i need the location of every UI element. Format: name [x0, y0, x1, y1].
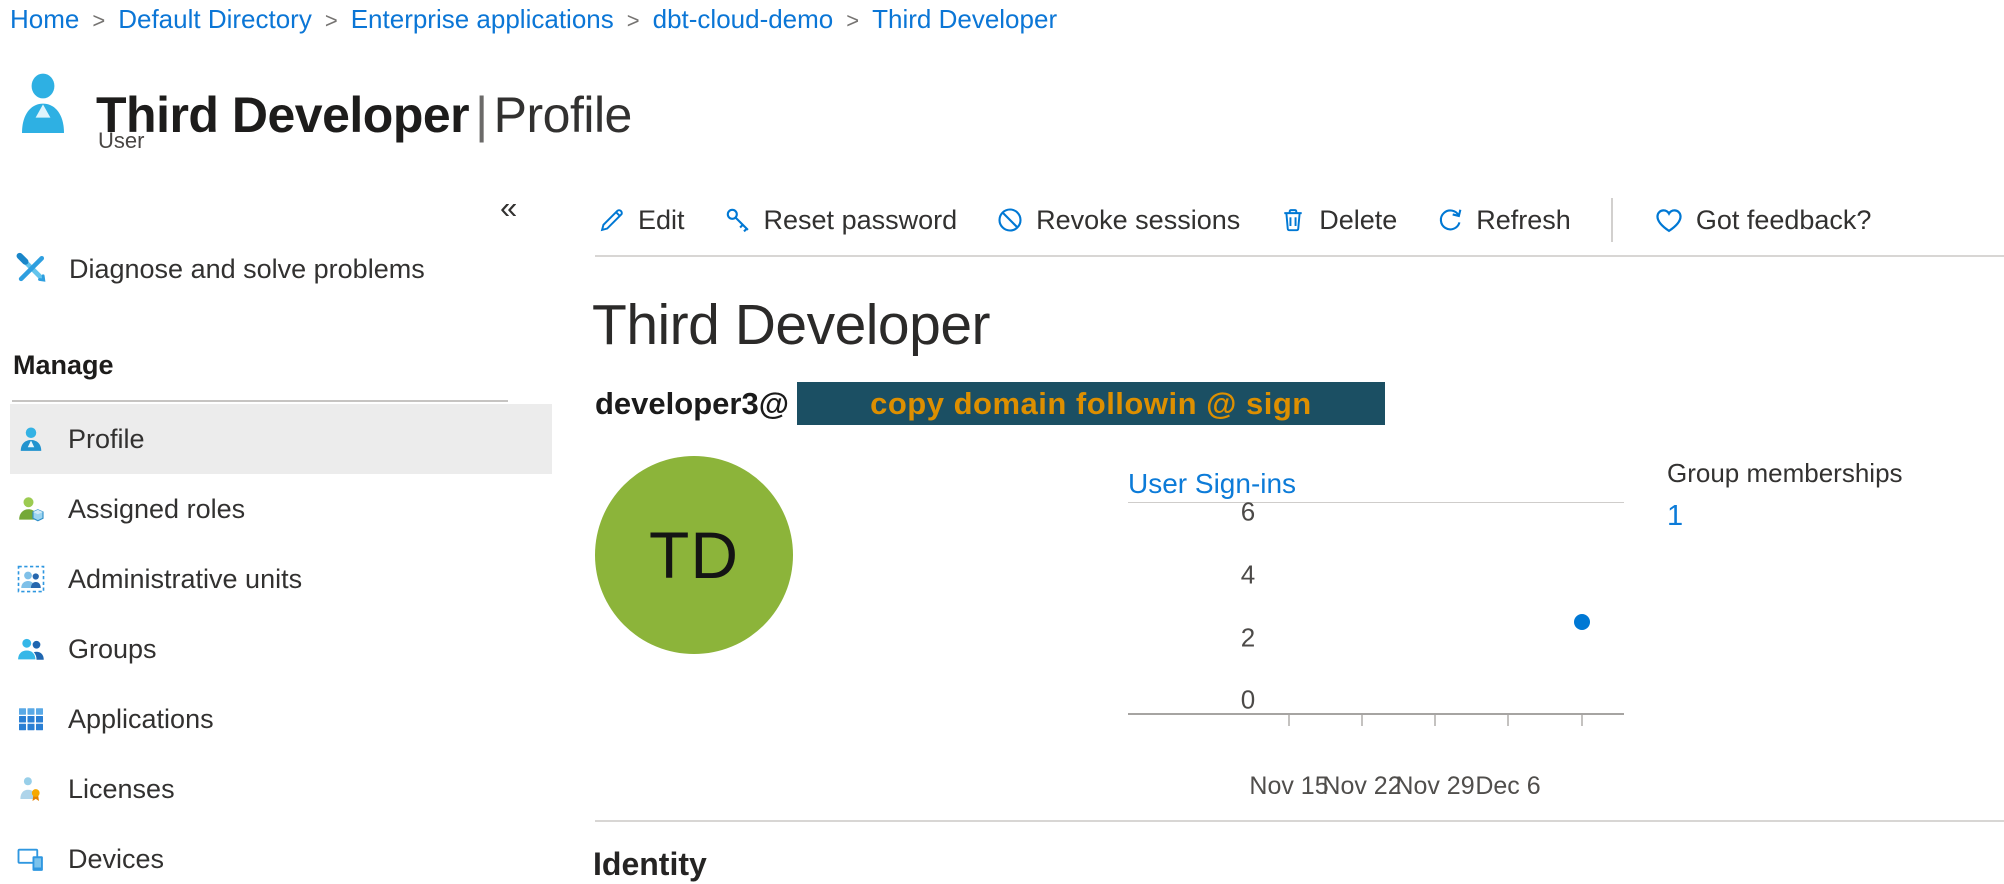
user-sign-ins-chart: User Sign-ins 6 4 2 0 Nov 15 Nov 22 Nov … — [1128, 462, 1624, 807]
key-icon — [723, 205, 753, 235]
person-ribbon-icon — [16, 774, 46, 804]
grid-icon — [16, 704, 46, 734]
edit-button[interactable]: Edit — [597, 205, 685, 236]
refresh-icon — [1435, 205, 1465, 235]
user-principal-name: developer3@ copy domain followin @ sign — [595, 382, 1385, 425]
person-icon — [16, 424, 46, 454]
y-axis-tick: 2 — [1226, 623, 1270, 654]
user-display-name: Third Developer — [592, 292, 990, 358]
x-axis-tick-mark — [1581, 715, 1583, 726]
sidebar-item-devices[interactable]: Devices — [10, 824, 552, 884]
page-title: Third Developer|Profile — [96, 86, 632, 144]
x-axis-line — [1128, 713, 1624, 715]
sidebar-item-diagnose[interactable]: Diagnose and solve problems — [14, 246, 425, 292]
page-subtitle: User — [98, 128, 144, 154]
revoke-sessions-button[interactable]: Revoke sessions — [995, 205, 1240, 236]
breadcrumb-separator: > — [846, 6, 859, 34]
user-sign-ins-link[interactable]: User Sign-ins — [1128, 468, 1296, 500]
chart-title-underline — [1128, 502, 1624, 503]
sidebar-collapse-button[interactable]: « — [500, 192, 517, 223]
x-axis-tick-mark — [1288, 715, 1290, 726]
sidebar-item-label: Administrative units — [68, 564, 302, 595]
identity-section-heading: Identity — [593, 846, 707, 883]
sidebar-item-label: Applications — [68, 704, 214, 735]
sidebar-item-label: Profile — [68, 424, 145, 455]
x-axis-tick-mark — [1507, 715, 1509, 726]
sidebar-item-label: Diagnose and solve problems — [69, 254, 425, 285]
avatar-initials: TD — [649, 517, 739, 593]
got-feedback-button[interactable]: Got feedback? — [1653, 204, 1872, 236]
group-memberships-label: Group memberships — [1667, 458, 1903, 489]
sidebar-item-groups[interactable]: Groups — [10, 614, 552, 684]
breadcrumb-default-directory[interactable]: Default Directory — [118, 4, 312, 35]
block-icon — [995, 205, 1025, 235]
section-divider — [595, 820, 2004, 822]
email-prefix: developer3@ — [595, 386, 789, 422]
page-title-separator: | — [469, 87, 494, 143]
person-cube-icon — [16, 494, 46, 524]
breadcrumb-third-developer[interactable]: Third Developer — [872, 4, 1057, 35]
x-axis-label: Dec 6 — [1462, 772, 1554, 801]
signin-data-point — [1574, 614, 1590, 630]
toolbar-underline — [595, 255, 2004, 257]
sidebar-item-administrative-units[interactable]: Administrative units — [10, 544, 552, 614]
edit-button-label: Edit — [638, 205, 685, 236]
heart-icon — [1653, 204, 1685, 236]
avatar[interactable]: TD — [595, 456, 793, 654]
redaction-overlay: copy domain followin @ sign — [797, 382, 1385, 425]
got-feedback-button-label: Got feedback? — [1696, 205, 1872, 236]
sidebar-item-applications[interactable]: Applications — [10, 684, 552, 754]
breadcrumb-dbt-cloud-demo[interactable]: dbt-cloud-demo — [653, 4, 834, 35]
breadcrumb-home[interactable]: Home — [10, 4, 79, 35]
y-axis-tick: 0 — [1226, 685, 1270, 716]
dashed-box-people-icon — [16, 564, 46, 594]
delete-button-label: Delete — [1319, 205, 1397, 236]
breadcrumb-separator: > — [325, 6, 338, 34]
pencil-icon — [597, 205, 627, 235]
refresh-button-label: Refresh — [1476, 205, 1571, 236]
sidebar-item-profile[interactable]: Profile — [10, 404, 552, 474]
group-memberships-count-link[interactable]: 1 — [1667, 500, 1903, 533]
x-axis-tick-mark — [1361, 715, 1363, 726]
azure-user-profile-page: Home > Default Directory > Enterprise ap… — [0, 0, 2004, 884]
sidebar-menu: Profile Assigned roles — [10, 404, 552, 884]
refresh-button[interactable]: Refresh — [1435, 205, 1571, 236]
sidebar-item-label: Licenses — [68, 774, 175, 805]
delete-button[interactable]: Delete — [1278, 205, 1397, 236]
breadcrumb-enterprise-applications[interactable]: Enterprise applications — [351, 4, 614, 35]
trash-icon — [1278, 205, 1308, 235]
reset-password-button[interactable]: Reset password — [723, 205, 958, 236]
reset-password-button-label: Reset password — [764, 205, 958, 236]
breadcrumb-separator: > — [92, 6, 105, 34]
revoke-sessions-button-label: Revoke sessions — [1036, 205, 1240, 236]
page-title-view: Profile — [494, 87, 632, 143]
user-person-icon — [20, 70, 66, 134]
sidebar-item-label: Devices — [68, 844, 164, 875]
page-title-user-name: Third Developer — [96, 87, 469, 143]
breadcrumb-separator: > — [627, 6, 640, 34]
y-axis-tick: 4 — [1226, 560, 1270, 591]
toolbar-divider — [1611, 198, 1613, 242]
sidebar-item-assigned-roles[interactable]: Assigned roles — [10, 474, 552, 544]
y-axis-tick: 6 — [1226, 497, 1270, 528]
sidebar-item-label: Groups — [68, 634, 157, 665]
breadcrumb: Home > Default Directory > Enterprise ap… — [10, 4, 1057, 35]
sidebar-section-manage: Manage — [13, 350, 114, 381]
group-memberships: Group memberships 1 — [1667, 458, 1903, 533]
crossed-tools-icon — [14, 252, 48, 286]
sidebar-item-licenses[interactable]: Licenses — [10, 754, 552, 824]
two-people-icon — [16, 634, 46, 664]
x-axis-tick-mark — [1434, 715, 1436, 726]
sidebar-divider — [12, 400, 508, 402]
sidebar-item-label: Assigned roles — [68, 494, 245, 525]
monitor-tablet-icon — [16, 844, 46, 874]
command-bar: Edit Reset password Revoke sessions — [597, 196, 1871, 244]
